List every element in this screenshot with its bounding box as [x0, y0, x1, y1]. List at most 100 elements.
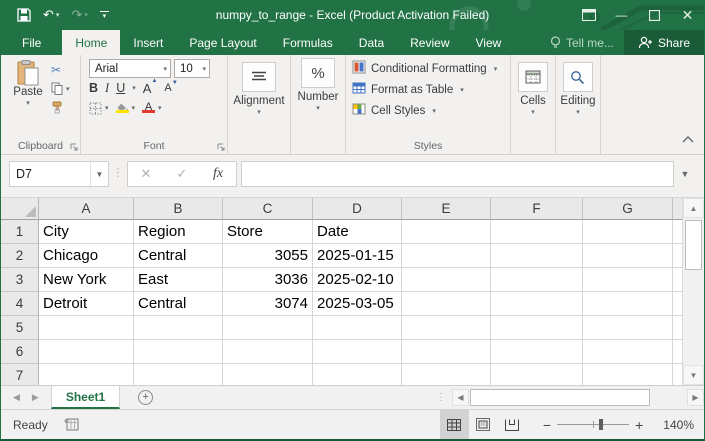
share-button[interactable]: Share — [624, 30, 704, 55]
cell-d1[interactable]: Date — [313, 220, 402, 244]
row-header-7[interactable]: 7 — [1, 364, 39, 385]
cell-d3[interactable]: 2025-02-10 — [313, 268, 402, 292]
maximize-button[interactable] — [638, 0, 671, 30]
cell-b1[interactable]: Region — [134, 220, 223, 244]
font-name-combo[interactable]: Arial▾ — [89, 59, 171, 78]
editing-button[interactable]: Editing ▾ — [560, 62, 595, 116]
cell-f3[interactable] — [491, 268, 583, 292]
cancel-entry-icon[interactable]: ✕ — [128, 166, 164, 182]
page-break-view-button[interactable] — [498, 410, 527, 439]
vertical-scroll-thumb[interactable] — [685, 220, 702, 270]
copy-button[interactable]: ▾ — [51, 81, 70, 96]
column-header-e[interactable]: E — [402, 198, 491, 220]
sheet-tab-sheet1[interactable]: Sheet1 — [51, 386, 120, 409]
cell-g5[interactable] — [583, 316, 673, 340]
cell-g7[interactable] — [583, 364, 673, 385]
cell-b3[interactable]: East — [134, 268, 223, 292]
cell-a6[interactable] — [39, 340, 134, 364]
cell-d2[interactable]: 2025-01-15 — [313, 244, 402, 268]
tab-insert[interactable]: Insert — [120, 30, 176, 55]
cell-a7[interactable] — [39, 364, 134, 385]
row-header-1[interactable]: 1 — [1, 220, 39, 244]
cell-d7[interactable] — [313, 364, 402, 385]
cell-d6[interactable] — [313, 340, 402, 364]
column-header-g[interactable]: G — [583, 198, 673, 220]
page-layout-view-button[interactable] — [469, 410, 498, 439]
name-box[interactable]: D7 ▼ — [9, 161, 109, 187]
cell-e2[interactable] — [402, 244, 491, 268]
macro-record-icon[interactable] — [64, 418, 79, 431]
cell-c1[interactable]: Store — [223, 220, 313, 244]
cell-a5[interactable] — [39, 316, 134, 340]
vertical-scrollbar[interactable]: ▲ ▼ — [682, 198, 704, 385]
cell-g1[interactable] — [583, 220, 673, 244]
cell-g6[interactable] — [583, 340, 673, 364]
row-header-5[interactable]: 5 — [1, 316, 39, 340]
cell-g2[interactable] — [583, 244, 673, 268]
cell-b2[interactable]: Central — [134, 244, 223, 268]
cell-f1[interactable] — [491, 220, 583, 244]
cells-button[interactable]: Cells ▾ — [518, 62, 548, 116]
cell-a3[interactable]: New York — [39, 268, 134, 292]
alignment-button[interactable]: Alignment ▾ — [233, 62, 284, 116]
cell-c6[interactable] — [223, 340, 313, 364]
tab-home[interactable]: Home — [62, 30, 120, 55]
tab-view[interactable]: View — [463, 30, 515, 55]
cell-a2[interactable]: Chicago — [39, 244, 134, 268]
cell-b4[interactable]: Central — [134, 292, 223, 316]
row-header-4[interactable]: 4 — [1, 292, 39, 316]
paste-button[interactable]: Paste ▾ — [9, 60, 47, 137]
select-all-corner[interactable] — [1, 198, 39, 220]
cell-d5[interactable] — [313, 316, 402, 340]
format-painter-button[interactable] — [51, 100, 70, 115]
format-as-table-button[interactable]: Format as Table▾ — [352, 81, 510, 98]
zoom-track[interactable] — [557, 424, 629, 425]
zoom-thumb[interactable] — [599, 419, 603, 430]
customize-qat-button[interactable]: ▾ — [96, 3, 113, 27]
prev-sheet-icon[interactable]: ◀ — [13, 392, 20, 403]
vertical-scroll-track[interactable] — [683, 218, 704, 365]
cell-styles-button[interactable]: Cell Styles▾ — [352, 102, 510, 119]
cell-e5[interactable] — [402, 316, 491, 340]
row-header-3[interactable]: 3 — [1, 268, 39, 292]
cell-c4[interactable]: 3074 — [223, 292, 313, 316]
name-box-caret-icon[interactable]: ▼ — [90, 162, 108, 186]
horizontal-scroll-thumb[interactable] — [470, 389, 650, 406]
horizontal-scroll-track[interactable] — [469, 389, 687, 406]
conditional-formatting-button[interactable]: Conditional Formatting▾ — [352, 60, 510, 77]
cut-button[interactable]: ✂ — [51, 62, 70, 77]
column-header-c[interactable]: C — [223, 198, 313, 220]
bold-button[interactable]: B — [89, 81, 98, 95]
cell-a4[interactable]: Detroit — [39, 292, 134, 316]
cell-b7[interactable] — [134, 364, 223, 385]
cell-f2[interactable] — [491, 244, 583, 268]
normal-view-button[interactable] — [440, 410, 469, 439]
increase-font-button[interactable]: A▲ — [143, 81, 152, 96]
cell-e7[interactable] — [402, 364, 491, 385]
cell-f6[interactable] — [491, 340, 583, 364]
redo-button[interactable]: ↷▾ — [67, 3, 91, 27]
horizontal-scrollbar[interactable]: ◀ ▶ — [452, 386, 704, 409]
font-color-button[interactable]: A ▾ — [142, 103, 162, 113]
tabbar-divider[interactable]: ⋮ — [436, 386, 452, 409]
cell-e6[interactable] — [402, 340, 491, 364]
scroll-down-icon[interactable]: ▼ — [683, 365, 704, 385]
cell-e1[interactable] — [402, 220, 491, 244]
tell-me-box[interactable]: Tell me... — [540, 30, 624, 55]
minimize-button[interactable]: — — [605, 0, 638, 30]
fill-color-button[interactable]: ▾ — [116, 103, 136, 113]
column-header-b[interactable]: B — [134, 198, 223, 220]
cell-c3[interactable]: 3036 — [223, 268, 313, 292]
underline-button[interactable]: U — [116, 81, 125, 95]
column-header-d[interactable]: D — [313, 198, 402, 220]
new-sheet-button[interactable]: + — [130, 386, 161, 409]
number-button[interactable]: % Number ▾ — [298, 58, 339, 112]
cell-b5[interactable] — [134, 316, 223, 340]
expand-formula-bar-icon[interactable]: ▼ — [674, 161, 696, 179]
cell-g4[interactable] — [583, 292, 673, 316]
save-icon[interactable] — [13, 3, 35, 27]
cell-e3[interactable] — [402, 268, 491, 292]
cell-f4[interactable] — [491, 292, 583, 316]
ribbon-display-options-icon[interactable] — [572, 0, 605, 30]
font-dialog-launcher-icon[interactable] — [217, 143, 225, 151]
